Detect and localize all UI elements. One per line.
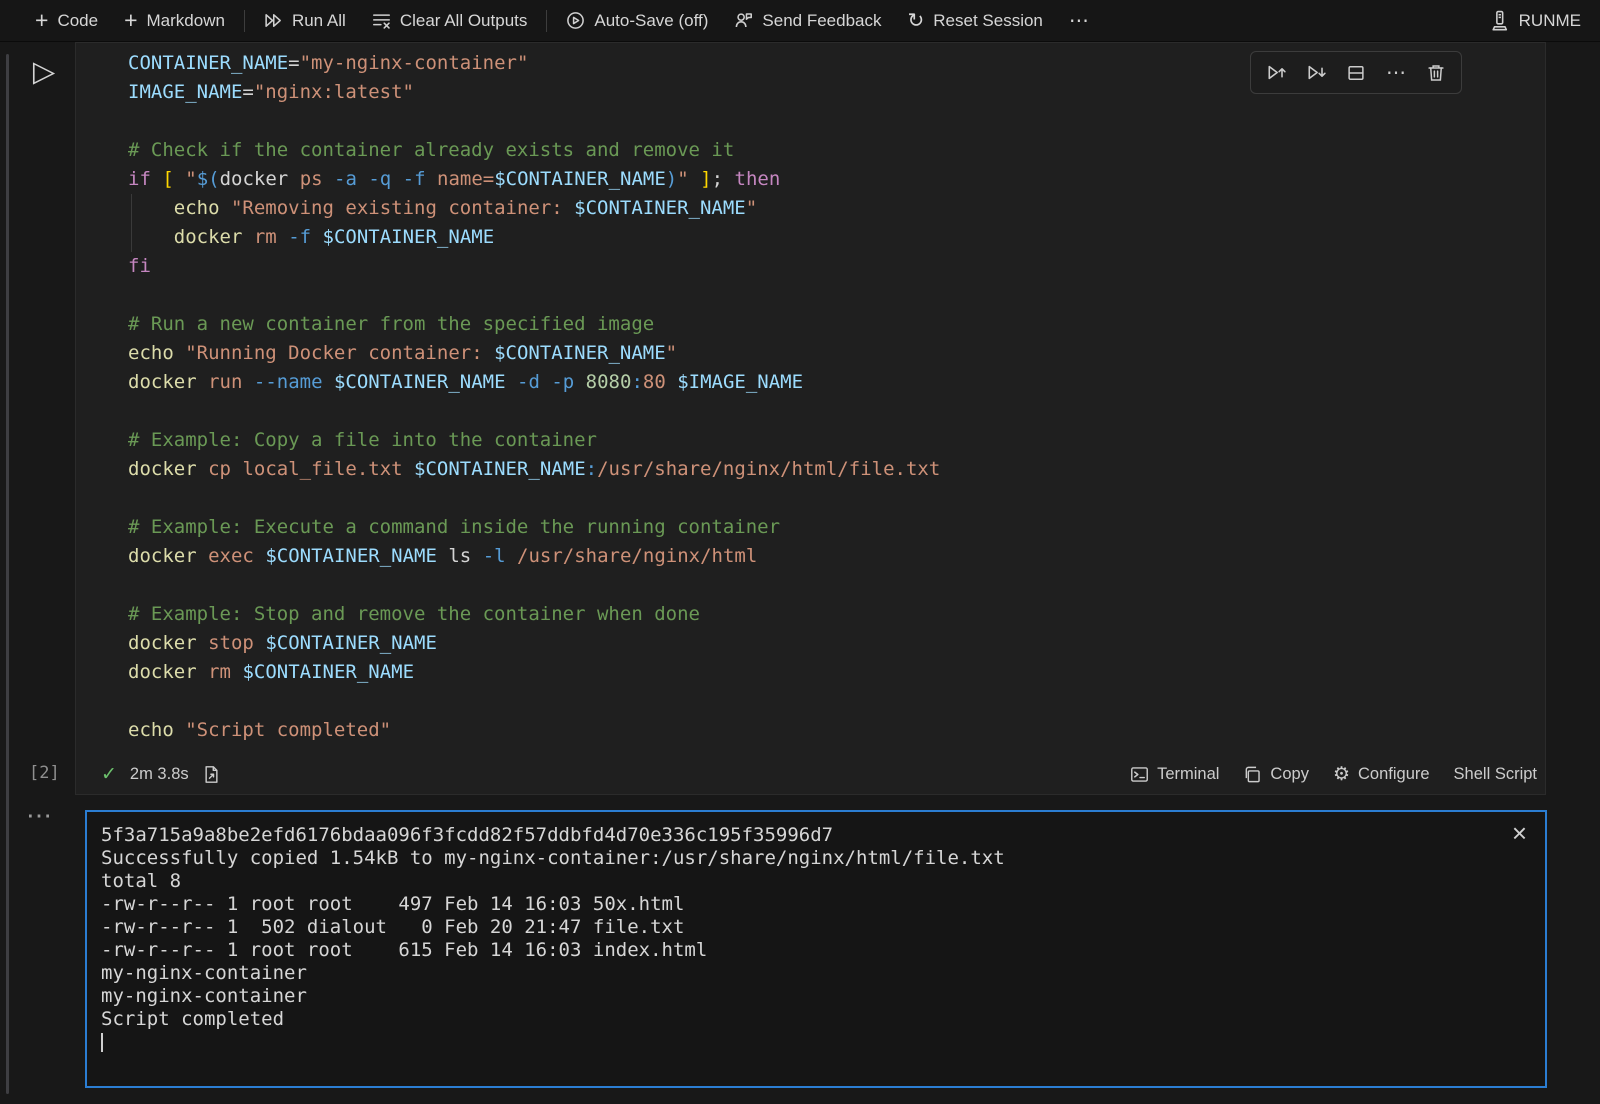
execute-above-button[interactable] <box>1259 56 1293 90</box>
terminal-button[interactable]: Terminal <box>1130 765 1219 784</box>
auto-save-label: Auto-Save (off) <box>594 11 708 31</box>
close-icon: × <box>1512 818 1527 848</box>
delete-cell-icon <box>1426 63 1446 83</box>
more-icon: ⋯ <box>1069 11 1089 31</box>
configure-icon: ⚙ <box>1333 763 1350 786</box>
clear-all-outputs-label: Clear All Outputs <box>400 11 528 31</box>
add-markdown-label: Markdown <box>147 11 225 31</box>
notebook-body: ▷ CONTAINER_NAME="my-nginx-container"IMA… <box>0 42 1600 1104</box>
clear-all-outputs-icon <box>372 11 391 30</box>
configure-label: Configure <box>1358 765 1430 784</box>
send-feedback-label: Send Feedback <box>762 11 881 31</box>
reset-session-label: Reset Session <box>933 11 1043 31</box>
more-icon: ⋯ <box>1386 60 1406 85</box>
code-cell-editor[interactable]: CONTAINER_NAME="my-nginx-container"IMAGE… <box>75 42 1546 795</box>
copy-icon <box>1243 765 1262 784</box>
add-code-button[interactable]: + Code <box>22 0 111 42</box>
cell-kebab-icon: ⋯ <box>26 800 53 830</box>
add-code-label: Code <box>57 11 98 31</box>
runme-brand[interactable]: RUNME <box>1476 0 1594 42</box>
code-lines[interactable]: CONTAINER_NAME="my-nginx-container"IMAGE… <box>128 49 940 745</box>
run-cell-button[interactable]: ▷ <box>27 54 61 88</box>
run-above-icon <box>1266 62 1287 83</box>
configure-button[interactable]: ⚙ Configure <box>1333 763 1430 786</box>
close-output-button[interactable]: × <box>1508 816 1531 850</box>
clear-all-outputs-button[interactable]: Clear All Outputs <box>359 0 541 42</box>
cell-output-panel[interactable]: 5f3a715a9a8be2efd6176bdaa096f3fcdd82f57d… <box>85 810 1547 1088</box>
execution-duration: 2m 3.8s <box>130 765 189 784</box>
reset-session-icon: ↻ <box>908 11 925 31</box>
run-below-icon <box>1306 62 1327 83</box>
execute-below-button[interactable] <box>1299 56 1333 90</box>
delete-cell-button[interactable] <box>1419 56 1453 90</box>
runme-brand-label: RUNME <box>1519 11 1581 31</box>
add-markdown-button[interactable]: + Markdown <box>111 0 238 42</box>
send-feedback-icon <box>734 11 753 30</box>
reset-session-button[interactable]: ↻ Reset Session <box>895 0 1056 42</box>
notebook-toolbar: + Code + Markdown Run All Clear All Outp… <box>0 0 1600 42</box>
save-output-icon[interactable] <box>202 765 221 784</box>
run-all-button[interactable]: Run All <box>251 0 359 42</box>
terminal-cursor <box>101 1033 103 1052</box>
run-cell-icon: ▷ <box>33 54 55 89</box>
language-picker[interactable]: Shell Script <box>1454 765 1537 784</box>
language-label: Shell Script <box>1454 765 1537 784</box>
output-kebab-menu[interactable]: ⋯ <box>26 800 53 831</box>
more-cell-actions-button[interactable]: ⋯ <box>1379 56 1413 90</box>
run-all-icon <box>264 11 283 30</box>
terminal-icon <box>1130 765 1149 784</box>
toolbar-separator <box>244 10 245 32</box>
plus-icon: + <box>35 9 48 32</box>
split-cell-icon <box>1346 63 1366 83</box>
notebook-window: + Code + Markdown Run All Clear All Outp… <box>0 0 1600 1104</box>
toolbar-separator <box>546 10 547 32</box>
cell-toolbar: ⋯ <box>1250 51 1462 94</box>
run-all-label: Run All <box>292 11 346 31</box>
plus-icon: + <box>124 9 137 32</box>
cell-status-bar: ✓ 2m 3.8s Terminal Copy ⚙ Config <box>76 754 1545 794</box>
send-feedback-button[interactable]: Send Feedback <box>721 0 894 42</box>
cell-focus-indicator <box>6 54 9 1094</box>
copy-label: Copy <box>1270 765 1309 784</box>
success-check-icon: ✓ <box>101 763 117 786</box>
output-lines: 5f3a715a9a8be2efd6176bdaa096f3fcdd82f57d… <box>101 824 1005 1052</box>
terminal-label: Terminal <box>1157 765 1219 784</box>
runme-logo-icon <box>1489 10 1510 31</box>
split-cell-button[interactable] <box>1339 56 1373 90</box>
more-actions-button[interactable]: ⋯ <box>1056 0 1102 42</box>
auto-save-toggle[interactable]: Auto-Save (off) <box>553 0 721 42</box>
copy-button[interactable]: Copy <box>1243 765 1309 784</box>
auto-save-icon <box>566 11 585 30</box>
execution-count: [2] <box>29 763 60 783</box>
